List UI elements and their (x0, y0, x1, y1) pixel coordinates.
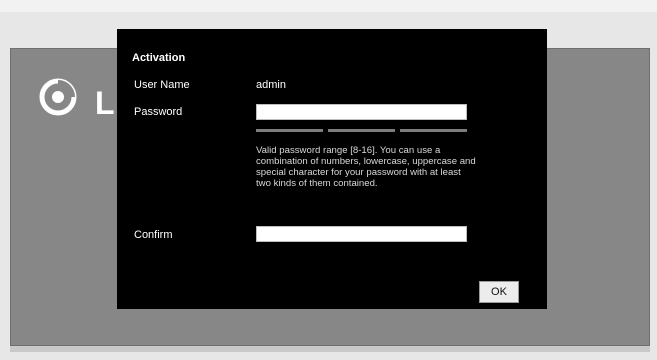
username-label: User Name (134, 79, 190, 91)
ok-button[interactable]: OK (479, 281, 519, 303)
dialog-title: Activation (132, 52, 186, 64)
top-bar (0, 0, 657, 12)
password-hint: Valid password range [8-16]. You can use… (256, 145, 476, 189)
confirm-password-field[interactable] (256, 226, 467, 242)
logo-text: L (95, 85, 115, 121)
username-value: admin (256, 79, 286, 91)
password-strength-bar-strong (400, 129, 467, 132)
page-footer-strip (10, 346, 650, 352)
password-label: Password (134, 106, 183, 118)
confirm-label: Confirm (134, 229, 173, 241)
logo-icon (39, 78, 77, 116)
password-strength-bar-medium (328, 129, 395, 132)
activation-dialog: Activation User Name admin Password Vali… (117, 29, 547, 309)
password-strength-bar-weak (256, 129, 323, 132)
password-field[interactable] (256, 104, 467, 120)
